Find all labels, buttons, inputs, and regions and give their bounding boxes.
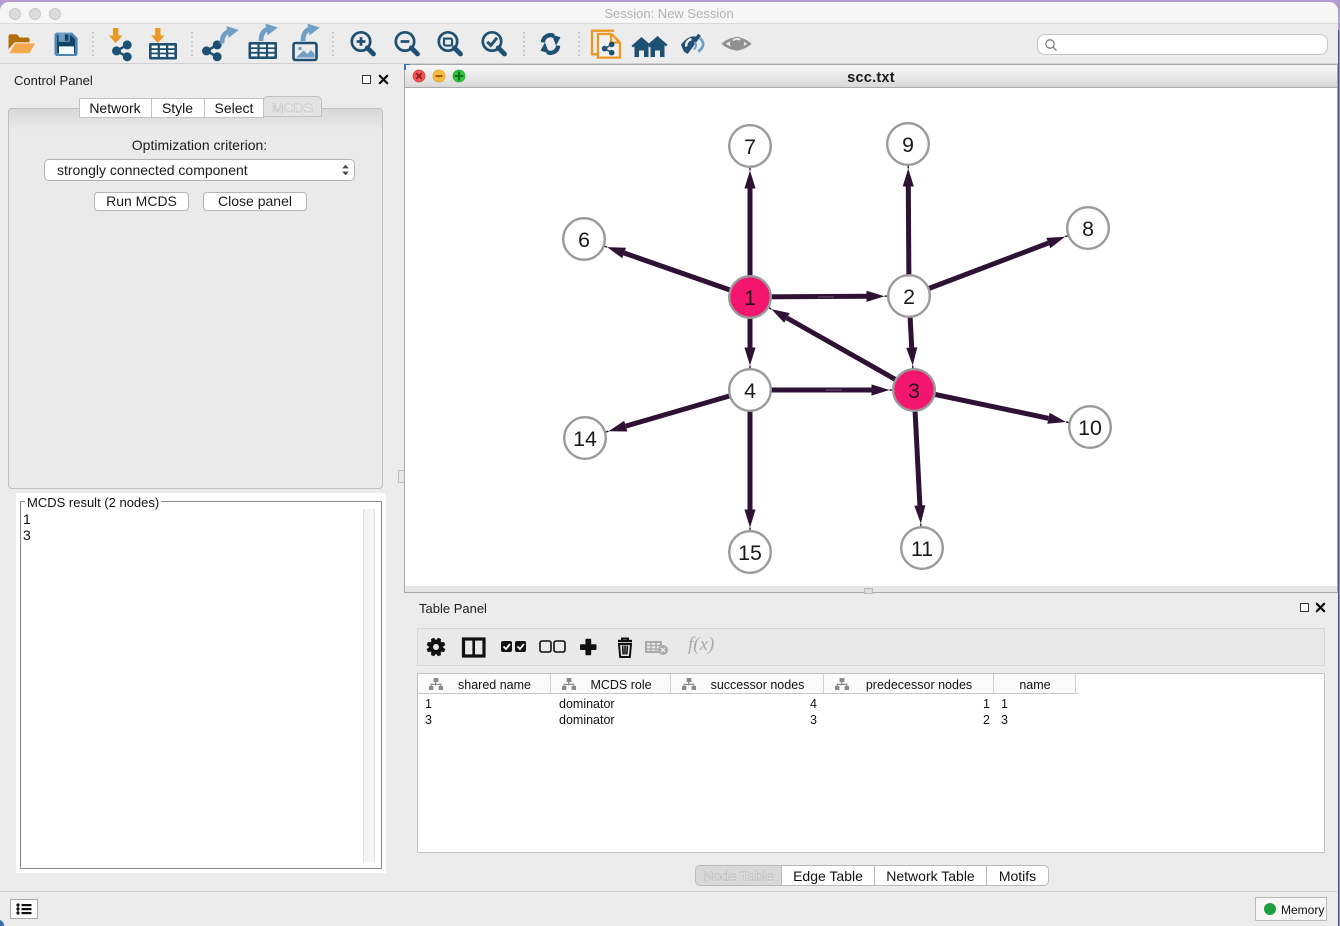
svg-text:2: 2 [903,285,915,309]
svg-text:1: 1 [744,286,756,310]
svg-text:10: 10 [1078,416,1102,440]
svg-text:11: 11 [911,537,933,561]
svg-text:3: 3 [908,379,920,403]
svg-text:7: 7 [744,135,756,159]
svg-text:6: 6 [578,228,590,252]
svg-text:15: 15 [738,541,762,565]
svg-text:14: 14 [573,427,597,451]
svg-text:4: 4 [744,379,756,403]
svg-text:8: 8 [1082,217,1094,241]
svg-text:9: 9 [902,133,914,157]
